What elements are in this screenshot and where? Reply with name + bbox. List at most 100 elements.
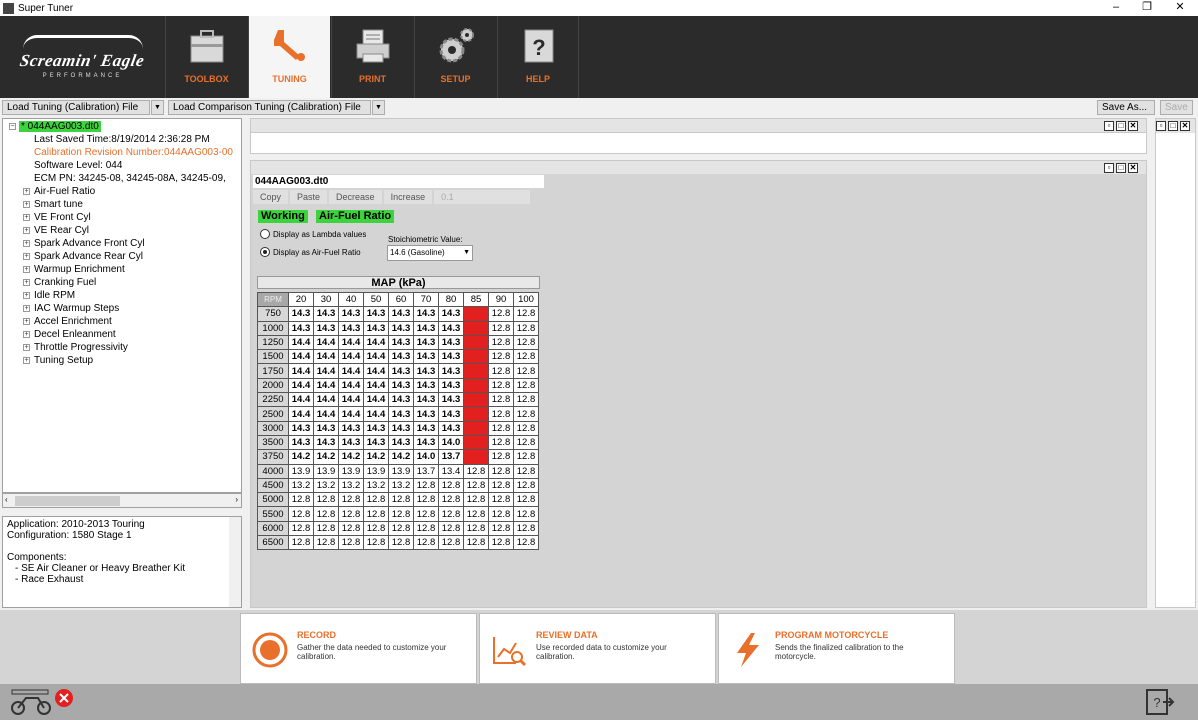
- minimize-button[interactable]: –: [1099, 0, 1133, 16]
- tree-item[interactable]: Air-Fuel Ratio: [34, 185, 95, 198]
- table-cell[interactable]: 14.3: [363, 320, 389, 336]
- table-cell[interactable]: 13.2: [313, 477, 339, 494]
- table-cell[interactable]: 14.3: [338, 420, 364, 436]
- tree-item[interactable]: Decel Enleanment: [34, 328, 116, 341]
- table-cell[interactable]: 14.3: [313, 306, 339, 322]
- table-cell[interactable]: 12.8: [313, 506, 339, 522]
- expand-icon[interactable]: +: [23, 331, 30, 338]
- exit-icon[interactable]: ?: [1145, 688, 1175, 716]
- tree-item[interactable]: Warmup Enrichment: [34, 263, 125, 276]
- table-cell[interactable]: 12.8: [488, 334, 514, 351]
- table-cell[interactable]: 12.8: [413, 477, 439, 494]
- tree-item[interactable]: Tuning Setup: [34, 354, 93, 367]
- tree-item[interactable]: Idle RPM: [34, 289, 75, 302]
- table-cell[interactable]: 12.8: [513, 492, 539, 508]
- table-cell[interactable]: 14.0: [413, 449, 439, 465]
- table-cell[interactable]: 14.4: [363, 392, 389, 408]
- table-cell[interactable]: 14.2: [363, 449, 389, 465]
- table-cell[interactable]: 14.3: [288, 320, 314, 336]
- restore-icon[interactable]: ▫: [1104, 121, 1114, 131]
- table-cell[interactable]: 12.8: [488, 349, 514, 365]
- table-cell[interactable]: 12.8: [413, 535, 439, 551]
- table-cell[interactable]: 14.3: [313, 434, 339, 451]
- table-cell[interactable]: 12.8: [463, 492, 489, 508]
- table-cell[interactable]: 14.2: [388, 449, 414, 465]
- table-cell[interactable]: 12.8: [413, 520, 439, 537]
- radio-circle-selected[interactable]: [260, 247, 270, 257]
- tree-item[interactable]: Spark Advance Rear Cyl: [34, 250, 143, 263]
- table-cell[interactable]: 13.2: [288, 477, 314, 494]
- table-cell[interactable]: 14.2: [338, 449, 364, 465]
- table-cell[interactable]: 12.8: [363, 520, 389, 537]
- maximize-icon[interactable]: □: [1116, 163, 1126, 173]
- expand-icon[interactable]: +: [23, 214, 30, 221]
- table-cell[interactable]: 12.8: [488, 320, 514, 336]
- tab-toolbox[interactable]: TOOLBOX: [165, 16, 247, 98]
- table-cell[interactable]: 12.8: [388, 492, 414, 508]
- table-cell[interactable]: 13.8: [463, 420, 489, 436]
- table-cell[interactable]: 12.8: [488, 535, 514, 551]
- table-cell[interactable]: 12.8: [488, 363, 514, 379]
- table-cell[interactable]: 12.8: [463, 535, 489, 551]
- table-cell[interactable]: 12.8: [338, 535, 364, 551]
- table-cell[interactable]: 14.3: [413, 377, 439, 394]
- table-cell[interactable]: 12.8: [513, 463, 539, 479]
- info-vertical-scrollbar[interactable]: [229, 517, 241, 607]
- close-button[interactable]: ✕: [1163, 0, 1197, 16]
- table-cell[interactable]: 14.4: [338, 363, 364, 379]
- restore-icon[interactable]: ▫: [1104, 163, 1114, 173]
- table-cell[interactable]: 14.3: [438, 320, 464, 336]
- table-cell[interactable]: 12.8: [288, 520, 314, 537]
- expand-icon[interactable]: +: [23, 318, 30, 325]
- table-cell[interactable]: 14.4: [288, 392, 314, 408]
- close-icon[interactable]: ✕: [1180, 121, 1190, 131]
- table-cell[interactable]: 12.8: [363, 506, 389, 522]
- table-cell[interactable]: 14.3: [413, 392, 439, 408]
- tab-print[interactable]: PRINT: [331, 16, 413, 98]
- table-cell[interactable]: 12.8: [463, 520, 489, 537]
- step-select[interactable]: 0.1: [434, 190, 531, 204]
- table-cell[interactable]: 14.4: [288, 349, 314, 365]
- expand-icon[interactable]: +: [23, 305, 30, 312]
- table-cell[interactable]: 12.8: [488, 449, 514, 465]
- table-cell[interactable]: 12.8: [363, 492, 389, 508]
- table-cell[interactable]: 14.2: [313, 449, 339, 465]
- close-icon[interactable]: ✕: [1128, 121, 1138, 131]
- table-cell[interactable]: 14.4: [363, 334, 389, 351]
- expand-icon[interactable]: +: [23, 279, 30, 286]
- table-cell[interactable]: 14.3: [288, 434, 314, 451]
- tree-item[interactable]: Throttle Progressivity: [34, 341, 128, 354]
- expand-icon[interactable]: +: [23, 201, 30, 208]
- table-cell[interactable]: 13.2: [363, 477, 389, 494]
- table-cell[interactable]: 12.8: [513, 420, 539, 436]
- table-cell[interactable]: 14.3: [438, 334, 464, 351]
- table-cell[interactable]: 12.8: [438, 535, 464, 551]
- table-cell[interactable]: 12.8: [488, 463, 514, 479]
- table-cell[interactable]: 14.4: [338, 349, 364, 365]
- copy-button[interactable]: Copy: [253, 190, 289, 204]
- table-cell[interactable]: 14.4: [313, 334, 339, 351]
- table-cell[interactable]: 14.3: [388, 434, 414, 451]
- table-cell[interactable]: 12.8: [438, 520, 464, 537]
- expand-icon[interactable]: +: [23, 188, 30, 195]
- table-cell[interactable]: 12.8: [488, 406, 514, 422]
- table-cell[interactable]: 14.4: [363, 406, 389, 422]
- table-cell[interactable]: 12.8: [513, 520, 539, 537]
- load-tuning-dropdown-icon[interactable]: ▼: [151, 100, 164, 115]
- table-cell[interactable]: 14.0: [438, 434, 464, 451]
- table-cell[interactable]: 12.8: [463, 506, 489, 522]
- table-cell[interactable]: 14.4: [363, 377, 389, 394]
- table-cell[interactable]: 14.3: [388, 349, 414, 365]
- table-cell[interactable]: 13.9: [338, 463, 364, 479]
- table-cell[interactable]: 12.8: [488, 392, 514, 408]
- tab-tuning[interactable]: TUNING: [248, 16, 330, 98]
- table-cell[interactable]: 14.3: [388, 377, 414, 394]
- record-card[interactable]: RECORD Gather the data needed to customi…: [240, 613, 477, 684]
- table-cell[interactable]: 14.4: [363, 363, 389, 379]
- table-cell[interactable]: 12.8: [488, 506, 514, 522]
- table-cell[interactable]: 14.3: [438, 306, 464, 322]
- table-cell[interactable]: 14.3: [338, 306, 364, 322]
- tree-item[interactable]: Cranking Fuel: [34, 276, 96, 289]
- review-data-card[interactable]: REVIEW DATA Use recorded data to customi…: [479, 613, 716, 684]
- table-cell[interactable]: 14.3: [338, 320, 364, 336]
